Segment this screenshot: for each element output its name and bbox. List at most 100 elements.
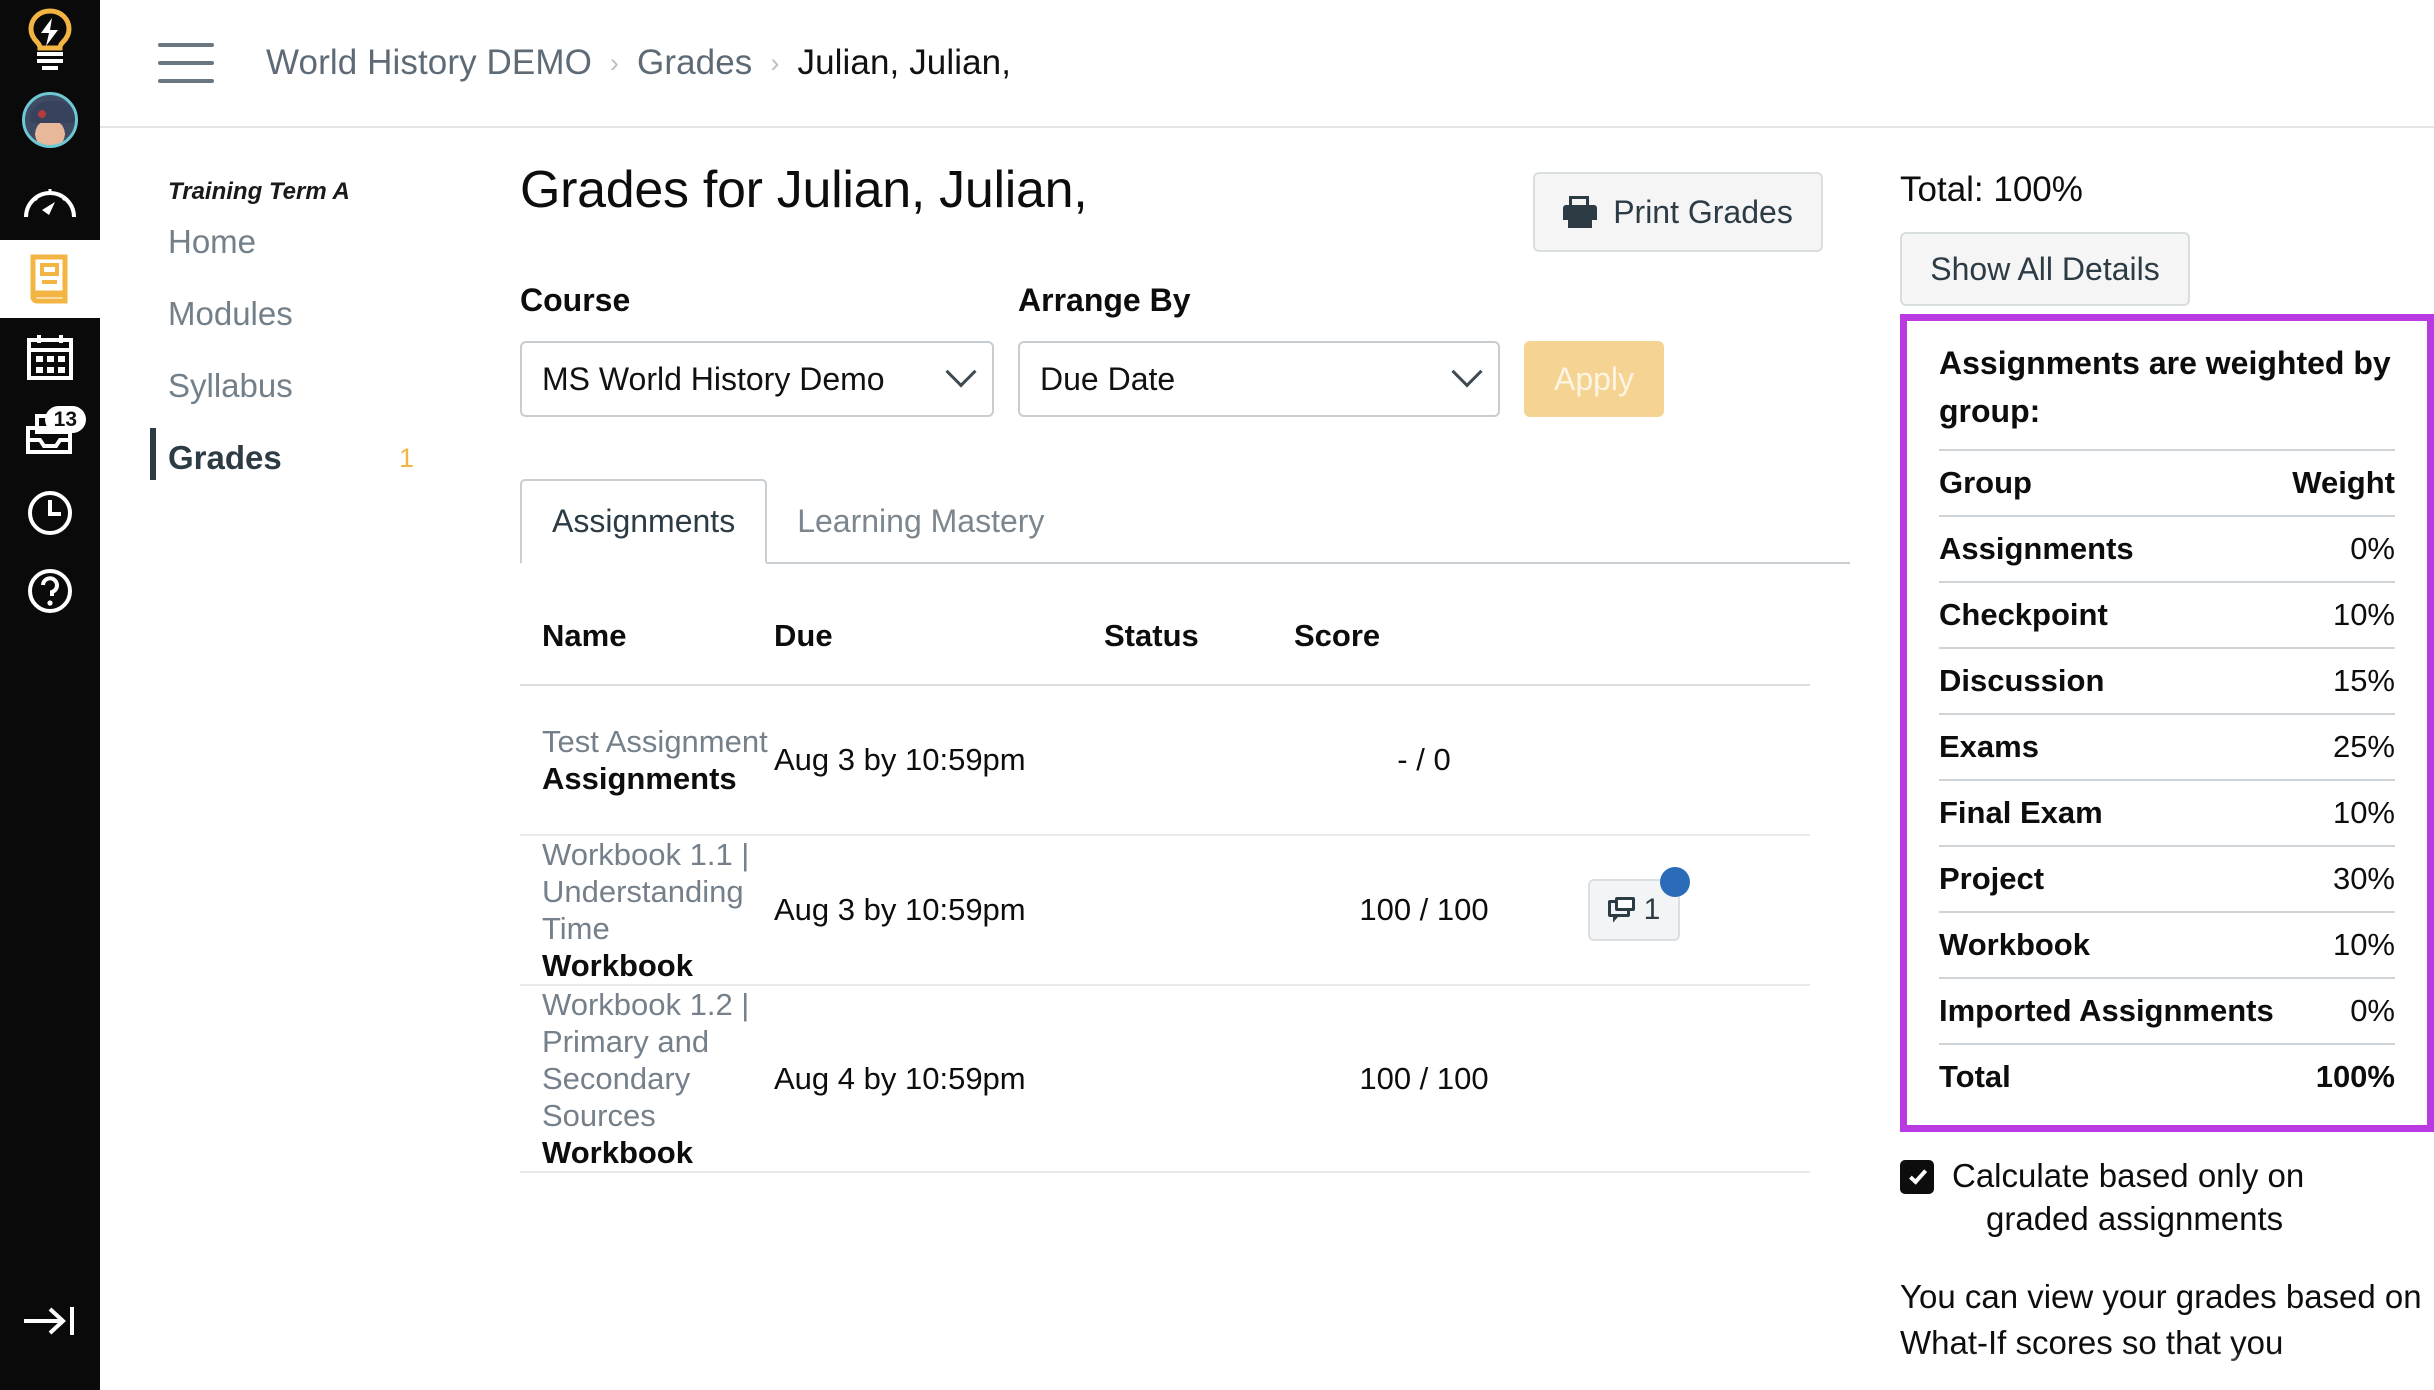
print-grades-button[interactable]: Print Grades [1533,172,1823,252]
arrange-by-select[interactable]: Due Date [1018,341,1500,417]
weight-group-value: 15% [2332,663,2395,698]
weight-group-value: 10% [2332,795,2395,830]
weight-group-name: Exams [1939,729,2039,764]
table-row[interactable]: Test Assignment Assignments Aug 3 by 10:… [520,686,1810,836]
sidebar-item-home[interactable]: Home [156,206,500,278]
global-nav-courses[interactable] [0,240,100,318]
global-nav-history[interactable] [0,474,100,552]
weight-total-label: Total [1939,1059,2011,1094]
assignment-group: Workbook [542,948,693,983]
weights-header-row: Group Weight [1939,451,2395,517]
calculate-graded-only-label: Calculate based only on graded assignmen… [1952,1154,2304,1240]
avatar [22,92,78,148]
grades-table: Name Due Status Score Test Assignment As… [520,618,1810,1173]
sidebar-item-grades[interactable]: Grades 1 [150,422,500,494]
global-nav-collapse-toggle[interactable] [0,1282,100,1360]
weights-header-weight: Weight [2292,465,2395,500]
course-select[interactable]: MS World History Demo [520,341,994,417]
weight-group-value: 10% [2332,597,2395,632]
show-all-details-button[interactable]: Show All Details [1900,232,2190,306]
weight-row: Workbook 10% [1939,913,2395,979]
chevron-down-icon [945,356,977,388]
calc-label-line2: graded assignments [1986,1200,2284,1237]
dashboard-gauge-icon [23,181,77,221]
assignment-weights-panel: Assignments are weighted by group: Group… [1900,314,2434,1132]
column-header-due[interactable]: Due [774,618,1104,654]
assignment-title[interactable]: Workbook 1.2 | Primary and Secondary Sou… [542,986,774,1134]
global-nav-help[interactable] [0,552,100,630]
assignment-group: Workbook [542,1135,693,1170]
global-nav-dashboard[interactable] [0,162,100,240]
tab-assignments[interactable]: Assignments [520,479,768,564]
assignment-title[interactable]: Workbook 1.1 | Understanding Time [542,836,774,947]
breadcrumb-item-course[interactable]: World History DEMO [266,43,592,83]
question-circle-icon [26,567,74,615]
tab-learning-mastery[interactable]: Learning Mastery [767,481,1074,562]
sidebar-item-syllabus[interactable]: Syllabus [156,350,500,422]
tabs: Assignments Learning Mastery [520,479,1850,564]
table-row[interactable]: Workbook 1.1 | Understanding Time Workbo… [520,836,1810,986]
calculate-graded-only-row[interactable]: Calculate based only on graded assignmen… [1900,1154,2434,1240]
global-navigation: 13 [0,0,100,1390]
total-grade: Total: 100% [1900,170,2083,209]
assignment-name-cell: Workbook 1.2 | Primary and Secondary Sou… [542,986,774,1171]
assignment-name-cell: Workbook 1.1 | Understanding Time Workbo… [542,836,774,984]
weight-group-name: Assignments [1939,531,2134,566]
apply-button[interactable]: Apply [1524,341,1664,417]
sidebar-item-label: Syllabus [168,367,293,404]
arrow-to-line-right-icon [20,1301,80,1341]
course-filter-label: Course [520,282,631,318]
weight-group-value: 25% [2332,729,2395,764]
breadcrumb-item-grades[interactable]: Grades [637,43,752,83]
score-cell: - / 0 [1397,742,1451,777]
grades-sidebar: Total: 100% Show All Details Assignments… [1900,170,2434,1366]
weight-group-name: Project [1939,861,2045,896]
course-filter: Course MS World History Demo [520,282,994,417]
filters-row: Course MS World History Demo Arrange By … [520,282,1850,417]
weight-group-name: Final Exam [1939,795,2103,830]
calculate-graded-only-checkbox[interactable] [1900,1160,1934,1194]
weight-group-value: 0% [2350,993,2395,1028]
breadcrumb: World History DEMO › Grades › Julian, Ju… [266,43,1011,83]
breadcrumb-item-student[interactable]: Julian, Julian, [798,43,1012,83]
column-header-status[interactable]: Status [1104,618,1294,654]
global-nav-logo[interactable] [0,0,100,78]
course-navigation: Training Term A Home Modules Syllabus Gr… [100,130,500,494]
hamburger-icon[interactable] [158,43,214,83]
weight-row: Checkpoint 10% [1939,583,2395,649]
chevron-down-icon [1451,356,1483,388]
arrange-by-value: Due Date [1040,360,1176,397]
arrange-by-filter: Arrange By Due Date [1018,282,1500,417]
sidebar-item-modules[interactable]: Modules [156,278,500,350]
sidebar-item-label: Modules [168,295,293,332]
unread-comment-dot [1660,867,1690,897]
main-content: Grades for Julian, Julian, Print Grades … [520,160,1850,1173]
weight-group-value: 10% [2332,927,2395,962]
global-nav-account[interactable] [0,78,100,162]
assignment-title[interactable]: Test Assignment [542,723,774,760]
course-select-value: MS World History Demo [542,360,885,397]
what-if-description: You can view your grades based on What-I… [1900,1278,2422,1361]
weight-row: Project 30% [1939,847,2395,913]
calc-label-line1: Calculate based only on [1952,1157,2305,1194]
book-icon [25,253,75,305]
weight-total-value: 100% [2315,1059,2395,1094]
weights-header-group: Group [1939,465,2032,500]
sidebar-item-label: Grades [168,439,282,476]
column-header-score[interactable]: Score [1294,618,1554,654]
chevron-right-icon: › [609,47,620,78]
tab-label: Learning Mastery [797,503,1045,539]
global-nav-calendar[interactable] [0,318,100,396]
calendar-icon [25,332,75,382]
comments-button[interactable]: 1 [1588,867,1690,941]
weight-group-value: 0% [2350,531,2395,566]
weight-row: Imported Assignments 0% [1939,979,2395,1045]
clock-icon [26,489,74,537]
inbox-unread-badge: 13 [44,406,86,433]
table-row[interactable]: Workbook 1.2 | Primary and Secondary Sou… [520,986,1810,1173]
global-nav-inbox[interactable]: 13 [0,396,100,474]
table-header-row: Name Due Status Score [520,618,1810,686]
assignment-name-cell: Test Assignment Assignments [542,723,774,797]
column-header-name[interactable]: Name [542,618,774,654]
apply-button-label: Apply [1553,360,1635,397]
